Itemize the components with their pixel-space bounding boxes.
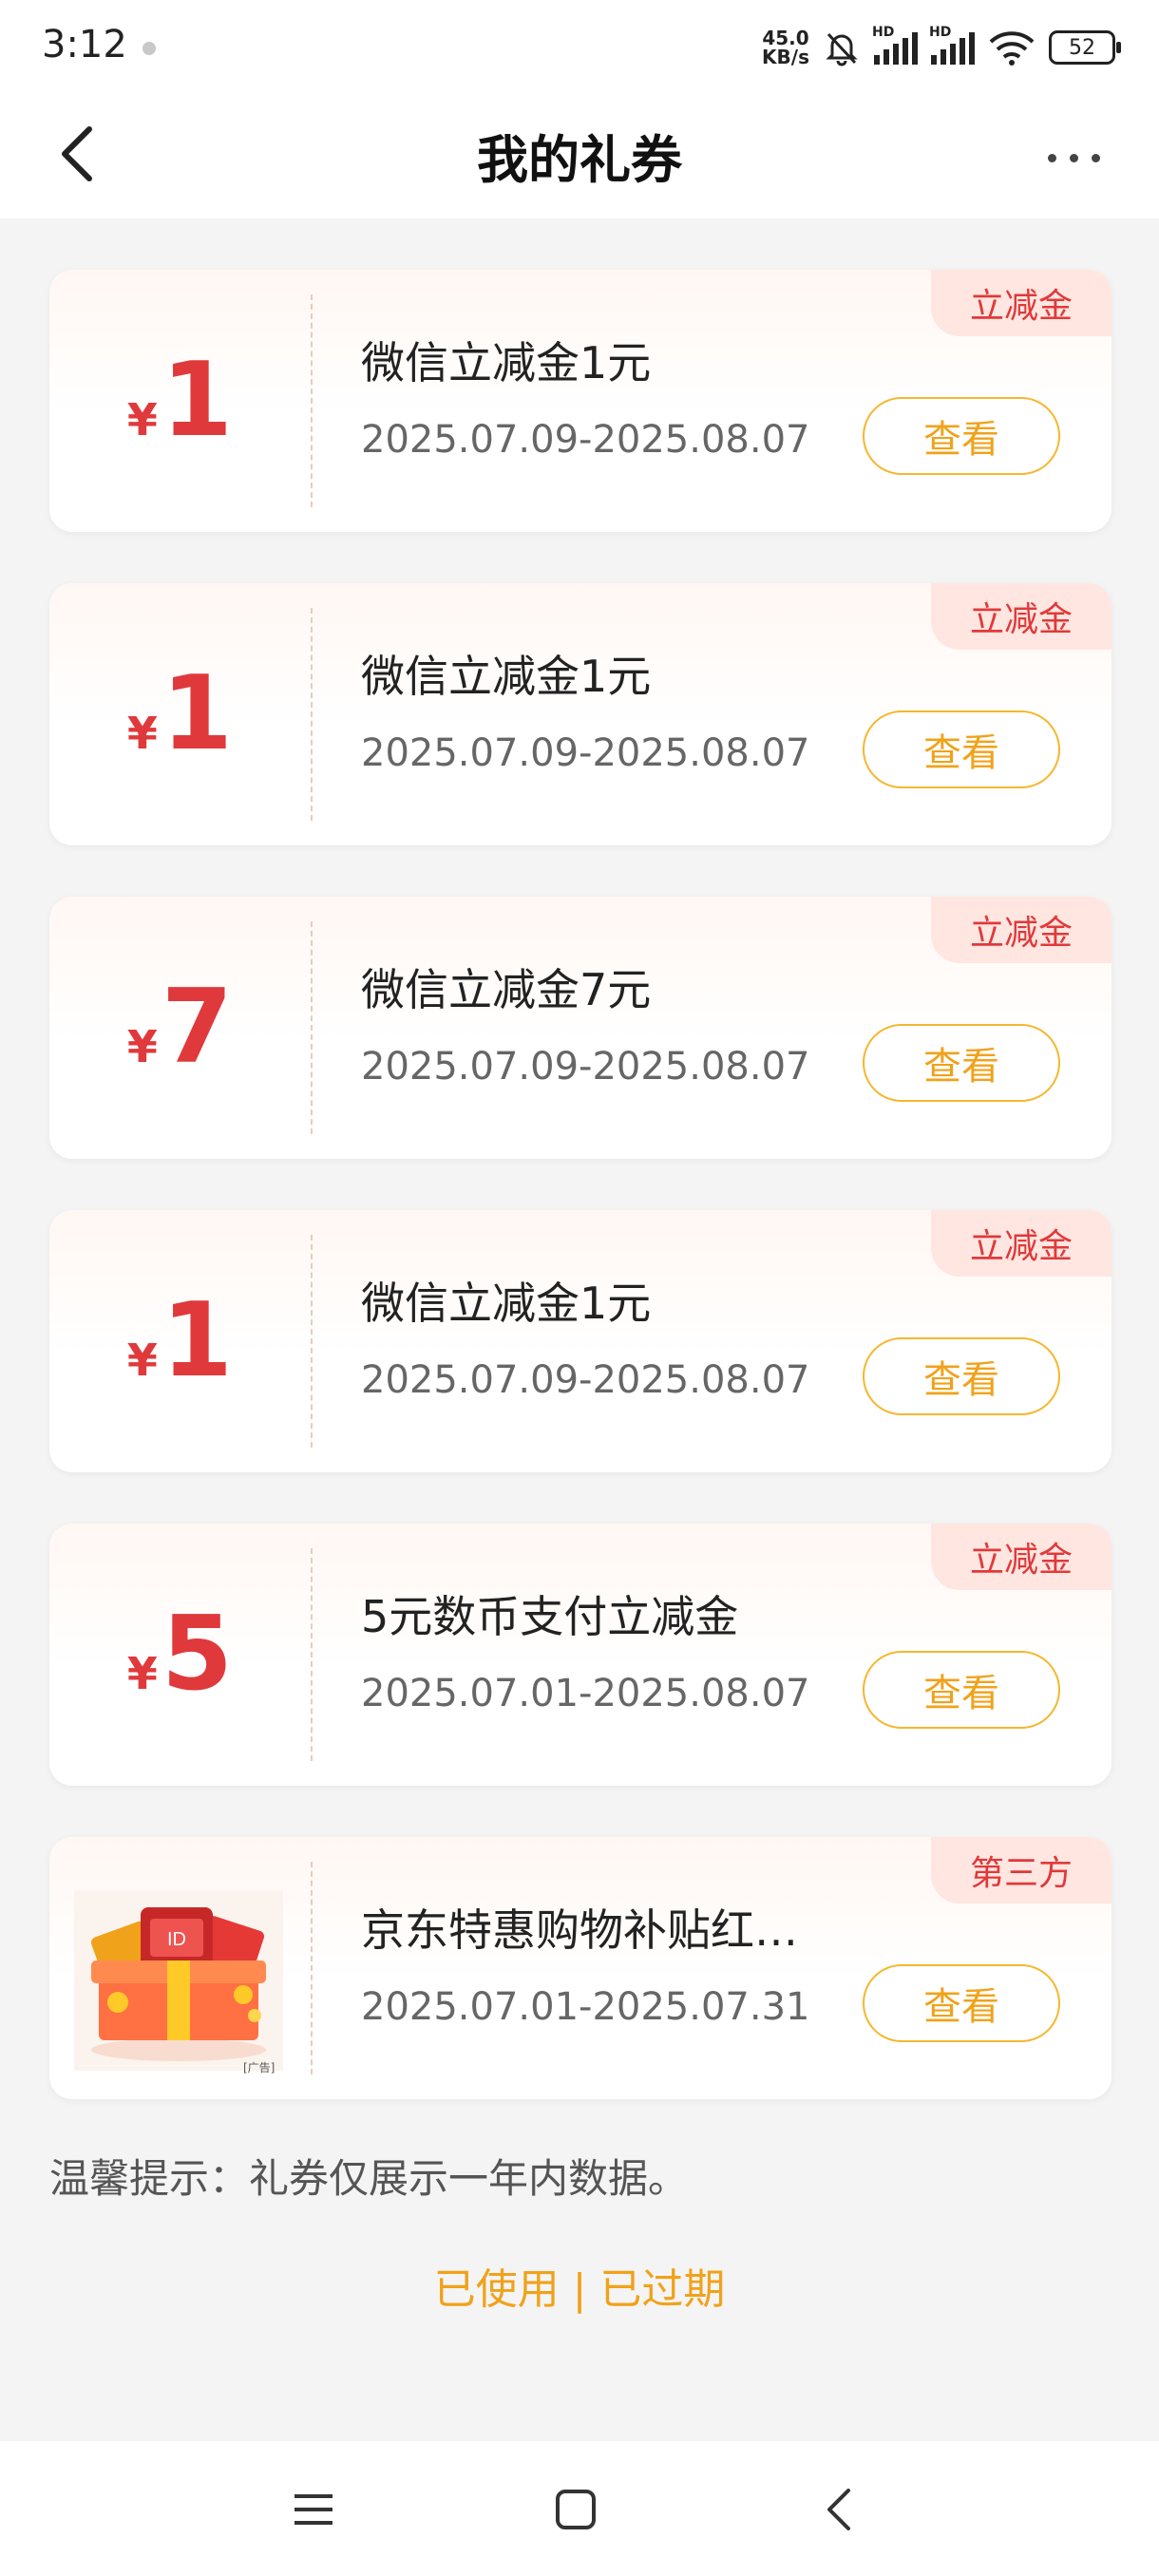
system-navigation-bar [0,2441,1159,2576]
dashed-divider [311,921,313,1134]
coupon-card[interactable]: ¥5 5元数币支付立减金 2025.07.01-2025.08.07 立减金 查… [49,1524,1112,1786]
coupon-value: ¥1 [49,270,311,532]
coupon-card[interactable]: ¥1 微信立减金1元 2025.07.09-2025.08.07 立减金 查看 [49,583,1112,845]
silent-bell-icon [826,32,858,66]
coupon-title: 微信立减金1元 [361,1278,652,1329]
coupon-date-range: 2025.07.09-2025.08.07 [361,731,810,775]
net-speed: 45.0 KB/s [762,28,809,66]
net-speed-value: 45.0 [762,27,809,49]
coupon-title: 微信立减金1元 [361,337,652,388]
coupon-value: ¥5 [49,1524,311,1786]
dashed-divider [311,294,313,507]
dashed-divider [311,1235,313,1448]
link-separator: | [572,2265,587,2314]
currency-symbol: ¥ [126,1021,158,1072]
coupon-type-badge: 立减金 [931,1210,1112,1277]
coupon-amount: 1 [161,341,234,460]
status-icons: 45.0 KB/s HD HD 52 [762,21,1121,74]
view-button[interactable]: 查看 [863,710,1060,788]
dashed-divider [311,608,313,821]
home-button[interactable] [538,2479,614,2540]
more-dot-icon [1069,153,1078,162]
coupon-type-badge: 立减金 [931,583,1112,650]
page-header: 我的礼券 [0,95,1159,218]
coupon-date-range: 2025.07.09-2025.08.07 [361,418,810,462]
notification-dot-icon [142,42,156,55]
coupon-amount: 1 [161,1281,234,1400]
coupon-date-range: 2025.07.01-2025.08.07 [361,1672,810,1715]
coupon-card[interactable]: ¥1 微信立减金1元 2025.07.09-2025.08.07 立减金 查看 [49,1210,1112,1472]
expired-coupons-link[interactable]: 已过期 [599,2265,725,2314]
coupon-title: 5元数币支付立减金 [361,1591,739,1642]
view-button[interactable]: 查看 [863,1964,1060,2042]
more-dot-icon [1047,153,1056,162]
coupon-card[interactable]: ¥1 微信立减金1元 2025.07.09-2025.08.07 立减金 查看 [49,270,1112,532]
view-button[interactable]: 查看 [863,1651,1060,1729]
coupon-amount: 1 [161,654,234,773]
view-button[interactable]: 查看 [863,1337,1060,1415]
coupon-card[interactable]: ¥7 微信立减金7元 2025.07.09-2025.08.07 立减金 查看 [49,897,1112,1159]
history-links: 已使用 | 已过期 [0,2255,1159,2316]
hd-label: HD [929,25,952,40]
coupon-value: ¥7 [49,897,311,1159]
currency-symbol: ¥ [126,1335,158,1386]
view-button[interactable]: 查看 [863,397,1060,475]
hd-label: HD [872,25,895,40]
coupon-amount: 5 [161,1595,234,1714]
svg-text:ID: ID [167,1929,186,1950]
more-options-button[interactable] [1026,129,1121,186]
coupon-type-badge: 立减金 [931,1524,1112,1590]
net-speed-unit: KB/s [762,46,809,68]
coupon-title: 微信立减金1元 [361,651,652,702]
coupon-value: ¥1 [49,583,311,845]
system-back-button[interactable] [800,2479,876,2540]
dashed-divider [311,1862,313,2074]
page-title: 我的礼券 [477,130,682,190]
status-time: 3:12 [42,23,127,66]
dashed-divider [311,1548,313,1761]
gift-box-image: ID [74,1890,283,2071]
status-bar: 3:12 45.0 KB/s HD HD 52 [0,0,1159,95]
currency-symbol: ¥ [126,394,158,445]
more-dot-icon [1091,153,1100,162]
signal-icon-1: HD [872,25,918,65]
coupon-value: ¥1 [49,1210,311,1472]
coupon-title: 京东特惠购物补贴红… [361,1904,798,1956]
used-coupons-link[interactable]: 已使用 [434,2265,560,2314]
back-chevron-icon [827,2489,850,2530]
recent-apps-button[interactable] [276,2479,352,2540]
currency-symbol: ¥ [126,1648,158,1699]
coupon-type-badge: 立减金 [931,270,1112,336]
view-button[interactable]: 查看 [863,1024,1060,1102]
battery-indicator: 52 [1049,30,1121,65]
wifi-icon [989,31,1035,66]
currency-symbol: ¥ [126,708,158,759]
coupon-date-range: 2025.07.09-2025.08.07 [361,1358,810,1402]
coupon-date-range: 2025.07.09-2025.08.07 [361,1045,810,1089]
coupon-list: ¥1 微信立减金1元 2025.07.09-2025.08.07 立减金 查看 … [49,270,1112,2150]
coupon-amount: 7 [161,968,234,1087]
coupon-type-badge: 立减金 [931,897,1112,963]
signal-icon-2: HD [929,25,975,65]
ad-label: [广告] [243,2061,276,2074]
coupon-title: 微信立减金7元 [361,964,652,1015]
menu-icon [294,2494,332,2525]
coupon-type-badge: 第三方 [931,1837,1112,1904]
coupon-card[interactable]: ID [广告] 京东特惠购物补贴红… 2025.07.01-2025.07.31… [49,1837,1112,2099]
hint-text: 温馨提示：礼券仅展示一年内数据。 [49,2155,689,2202]
home-square-icon [556,2490,596,2529]
coupon-date-range: 2025.07.01-2025.07.31 [361,1985,810,2029]
